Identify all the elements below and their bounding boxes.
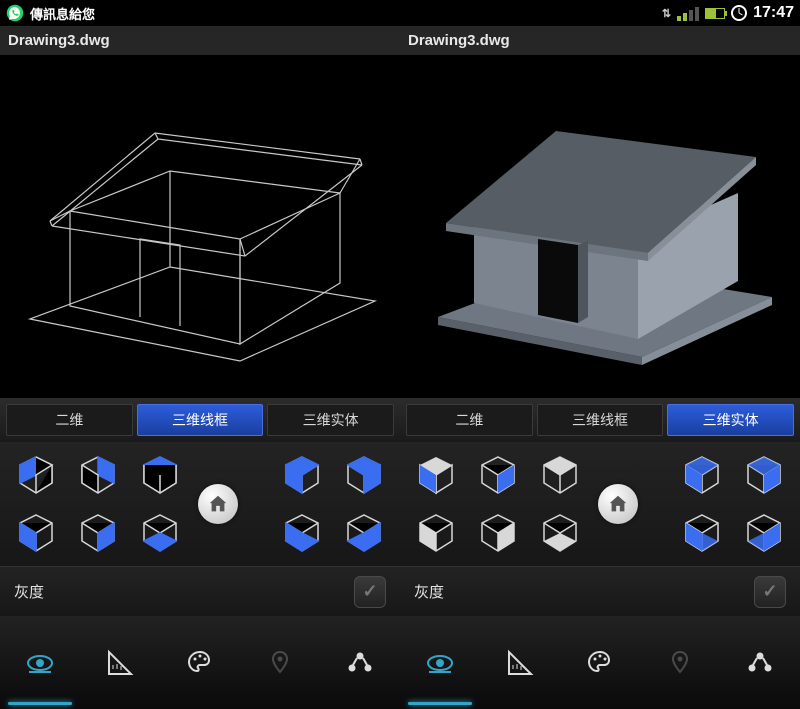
grayscale-label: 灰度 [414,581,444,602]
preset-iso-2[interactable] [74,451,122,499]
preset-iso-5[interactable] [74,509,122,557]
pin-icon [267,650,293,676]
nav-color[interactable] [560,616,640,709]
status-bar: ⇅ 17:47 [400,0,800,26]
eye-icon [425,648,455,678]
nav-share[interactable] [320,616,400,709]
preset-iso-3[interactable] [136,451,184,499]
nav-measure[interactable] [80,616,160,709]
share-icon [346,649,374,677]
grayscale-checkbox[interactable]: ✓ [354,576,386,608]
tab-2d[interactable]: 二维 [6,404,133,436]
battery-icon [705,8,725,19]
tab-wireframe[interactable]: 三维线框 [537,404,664,436]
pin-icon [667,650,693,676]
preset-side-2[interactable] [340,451,388,499]
nav-view[interactable] [400,616,480,709]
palette-icon [186,649,214,677]
nav-color[interactable] [160,616,240,709]
preset-side-1[interactable] [678,451,726,499]
title-bar: Drawing3.dwg [0,26,400,56]
palette-icon [586,649,614,677]
preset-iso-2[interactable] [474,451,522,499]
tab-2d[interactable]: 二维 [406,404,533,436]
preset-iso-4[interactable] [12,509,60,557]
filename-label: Drawing3.dwg [8,32,110,49]
signal-icon [677,5,699,21]
screen-right: ⇅ 17:47 Drawing3.dwg [400,0,800,709]
check-icon: ✓ [762,581,777,602]
preset-iso-3[interactable] [536,451,584,499]
check-icon: ✓ [362,581,377,602]
ruler-icon [506,649,534,677]
status-bar: 傳訊息給您 [0,0,400,26]
home-view-button[interactable] [198,484,238,524]
share-icon [746,649,774,677]
home-icon [207,493,229,515]
whatsapp-icon [6,4,24,22]
preset-side-3[interactable] [678,509,726,557]
eye-icon [25,648,55,678]
viewport-wireframe[interactable] [0,56,400,398]
preset-iso-1[interactable] [12,451,60,499]
home-view-button[interactable] [598,484,638,524]
house-solid-icon [410,71,790,371]
view-presets [0,442,400,566]
preset-iso-5[interactable] [474,509,522,557]
clock-text: 17:47 [753,4,794,22]
preset-side-4[interactable] [340,509,388,557]
preset-iso-1[interactable] [412,451,460,499]
tab-solid[interactable]: 三维实体 [267,404,394,436]
tab-wireframe[interactable]: 三维线框 [137,404,264,436]
notification-text: 傳訊息給您 [30,4,95,23]
grayscale-label: 灰度 [14,581,44,602]
data-icon: ⇅ [662,7,671,20]
preset-side-1[interactable] [278,451,326,499]
house-wireframe-icon [10,71,390,371]
grayscale-row: 灰度 ✓ [400,566,800,616]
alarm-icon [731,5,747,21]
view-mode-tabs: 二维 三维线框 三维实体 [0,398,400,442]
preset-side-4[interactable] [740,509,788,557]
title-bar: Drawing3.dwg [400,26,800,56]
preset-iso-6[interactable] [136,509,184,557]
bottom-nav [0,616,400,709]
grayscale-checkbox[interactable]: ✓ [754,576,786,608]
nav-location [640,616,720,709]
ruler-icon [106,649,134,677]
view-presets [400,442,800,566]
nav-measure[interactable] [480,616,560,709]
tab-solid[interactable]: 三维实体 [667,404,794,436]
nav-location [240,616,320,709]
view-mode-tabs: 二维 三维线框 三维实体 [400,398,800,442]
preset-side-3[interactable] [278,509,326,557]
preset-iso-6[interactable] [536,509,584,557]
nav-view[interactable] [0,616,80,709]
preset-iso-4[interactable] [412,509,460,557]
screen-left: 傳訊息給您 Drawing3.dwg [0,0,400,709]
grayscale-row: 灰度 ✓ [0,566,400,616]
home-icon [607,493,629,515]
viewport-solid[interactable] [400,56,800,398]
preset-side-2[interactable] [740,451,788,499]
filename-label: Drawing3.dwg [408,32,510,49]
bottom-nav [400,616,800,709]
nav-share[interactable] [720,616,800,709]
